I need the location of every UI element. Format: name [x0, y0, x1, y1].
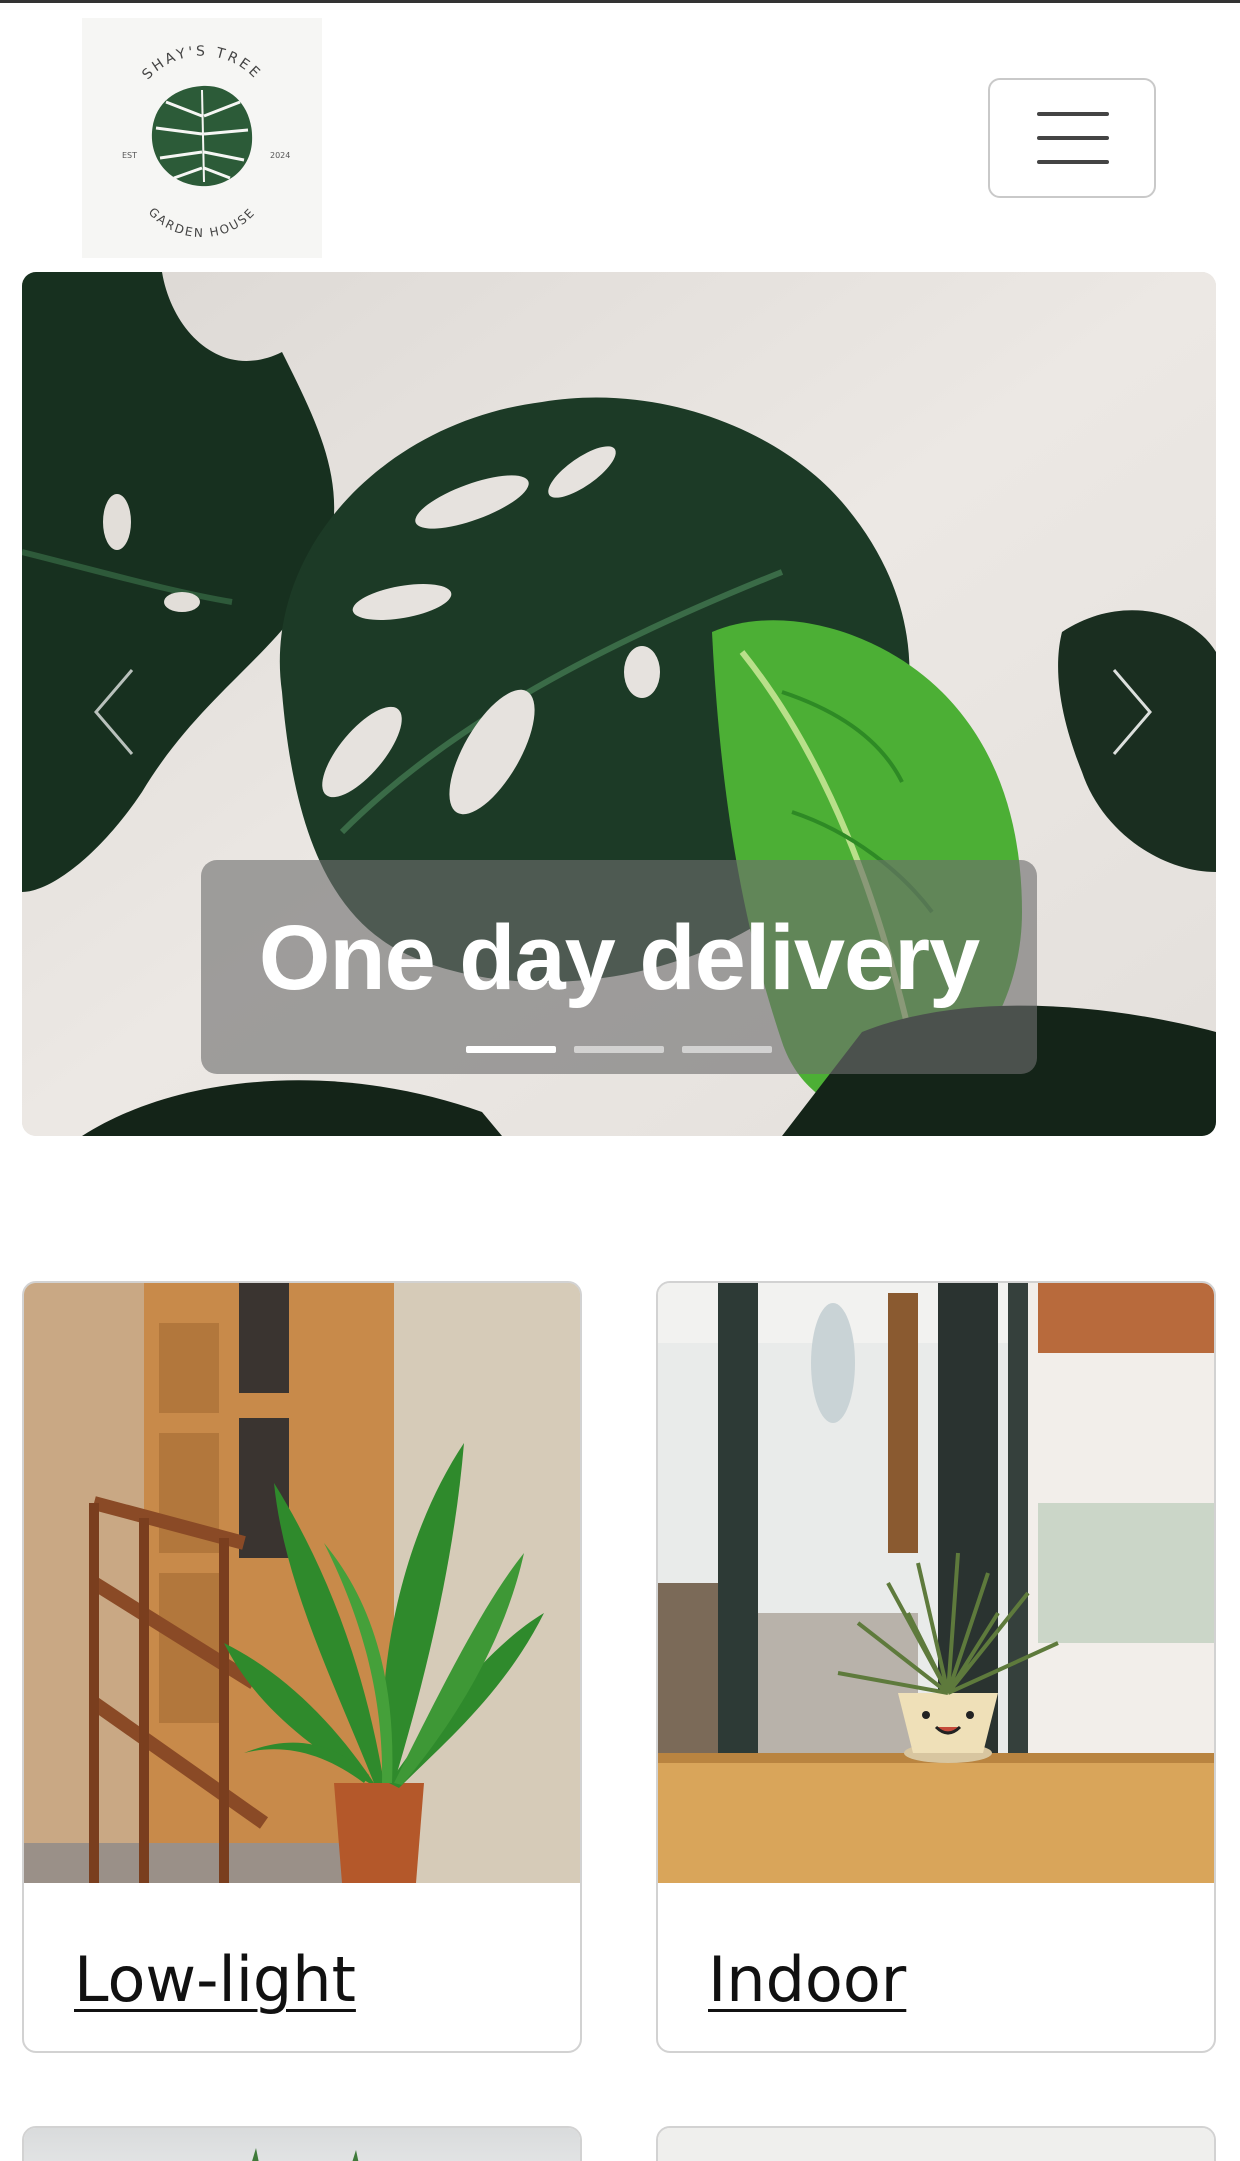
brand-logo[interactable]: SHAY'S TREE GARDEN HOUSE EST 2024	[82, 18, 322, 258]
chevron-left-icon	[94, 669, 134, 755]
category-image-indoor	[658, 1283, 1214, 1883]
category-card-indoor[interactable]: Indoor	[656, 1281, 1216, 2053]
slider-prev-button[interactable]	[86, 662, 146, 762]
hero-slider: One day delivery	[22, 272, 1216, 1136]
slider-dot-3[interactable]	[682, 1046, 772, 1053]
category-image-low-light	[24, 1283, 580, 1883]
menu-button[interactable]	[988, 78, 1156, 198]
chevron-right-icon	[1112, 669, 1152, 755]
category-label-indoor[interactable]: Indoor	[708, 1943, 906, 2016]
svg-text:SHAY'S TREE: SHAY'S TREE	[139, 44, 265, 83]
category-image-3	[24, 2128, 580, 2161]
slide-caption: One day delivery	[258, 907, 980, 1009]
slider-dot-2[interactable]	[574, 1046, 664, 1053]
slider-pagination	[201, 1046, 1037, 1053]
slide-caption-box: One day delivery	[201, 860, 1037, 1074]
category-card-4[interactable]	[656, 2126, 1216, 2161]
svg-text:EST: EST	[122, 151, 137, 160]
slider-next-button[interactable]	[1100, 662, 1160, 762]
category-label-low-light[interactable]: Low-light	[74, 1943, 356, 2016]
category-image-4	[658, 2128, 1214, 2161]
svg-text:GARDEN HOUSE: GARDEN HOUSE	[146, 205, 258, 240]
monstera-logo-icon: SHAY'S TREE GARDEN HOUSE EST 2024	[122, 44, 290, 241]
site-header: SHAY'S TREE GARDEN HOUSE EST 2024	[0, 3, 1240, 271]
svg-text:2024: 2024	[270, 151, 290, 160]
category-card-3[interactable]	[22, 2126, 582, 2161]
slider-dot-1[interactable]	[466, 1046, 556, 1053]
category-card-low-light[interactable]: Low-light	[22, 1281, 582, 2053]
